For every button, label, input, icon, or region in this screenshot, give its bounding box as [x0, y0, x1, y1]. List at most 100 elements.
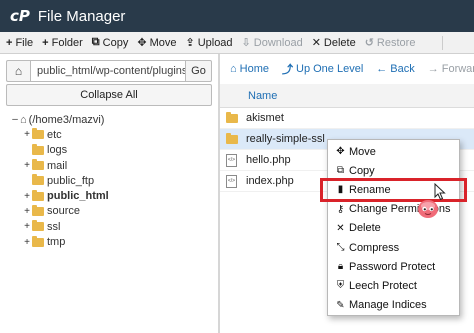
expand-toggle-icon[interactable]: +: [22, 191, 32, 202]
folder-icon: [32, 235, 44, 247]
move-icon: ✥: [137, 37, 147, 49]
arrow-left-icon: ←: [376, 63, 388, 75]
file-row[interactable]: akismet: [220, 108, 474, 129]
home-icon: ⌂: [20, 113, 27, 126]
tree-item-source[interactable]: + source: [10, 204, 215, 219]
tree-root[interactable]: – ⌂ (/home3/mazvi): [10, 112, 215, 127]
lock-icon: 🔒︎: [337, 261, 344, 273]
move-button[interactable]: ✥ Move: [137, 36, 177, 50]
collapse-toggle-icon[interactable]: –: [10, 114, 20, 125]
tree-item-tmp[interactable]: + tmp: [10, 234, 215, 249]
folder-icon: [32, 128, 44, 140]
compress-icon: ⤡: [336, 242, 345, 254]
copy-icon: ⧉: [336, 165, 345, 177]
tree-item-etc[interactable]: + etc: [10, 127, 215, 142]
folder-icon: [32, 174, 44, 186]
menu-item-copy[interactable]: ⧉ Copy: [328, 161, 459, 180]
file-name: akismet: [246, 112, 284, 124]
menu-item-move[interactable]: ✥ Move: [328, 142, 459, 161]
menu-item-leech-protect[interactable]: ⛨ Leech Protect: [328, 276, 459, 295]
new-file-button[interactable]: + File: [6, 37, 33, 49]
arrow-right-icon: →: [427, 63, 439, 75]
close-icon: ✕: [336, 222, 345, 234]
home-icon[interactable]: ⌂: [6, 60, 30, 82]
expand-toggle-icon[interactable]: +: [22, 237, 32, 248]
tree-item-public-ftp[interactable]: public_ftp: [10, 173, 215, 188]
tree-item-label: public_html: [47, 190, 109, 203]
back-button[interactable]: ← Back: [376, 63, 414, 75]
php-file-icon: </>: [226, 174, 237, 188]
tree-item-label: mail: [47, 159, 68, 172]
new-file-label: File: [15, 36, 34, 49]
back-label: Back: [390, 63, 415, 75]
up-one-level-button[interactable]: ⤴ Up One Level: [282, 61, 363, 77]
plus-icon: +: [42, 36, 49, 49]
move-label: Move: [149, 36, 177, 49]
file-name: hello.php: [246, 154, 291, 166]
folder-icon: [32, 189, 44, 201]
restore-icon: ↺: [364, 37, 374, 49]
menu-item-label: Delete: [349, 222, 381, 235]
download-icon: ⇩: [241, 37, 251, 49]
menu-item-password-protect[interactable]: 🔒︎ Password Protect: [328, 257, 459, 276]
upload-button[interactable]: ⇪ Upload: [185, 36, 233, 50]
file-icon: ▮: [337, 184, 344, 196]
menu-item-compress[interactable]: ⤡ Compress: [328, 238, 459, 257]
forward-button[interactable]: → Forward: [428, 63, 474, 75]
folder-icon: [226, 112, 238, 123]
level-up-icon: ⤴: [282, 64, 293, 76]
move-icon: ✥: [336, 146, 345, 158]
collapse-all-button[interactable]: Collapse All: [6, 84, 212, 106]
file-name: really-simple-ssl: [246, 133, 325, 145]
name-column-label: Name: [248, 89, 278, 102]
forward-label: Forward: [441, 63, 474, 75]
close-icon: ✕: [311, 37, 321, 49]
home-label: Home: [239, 63, 269, 75]
tree-item-ssl[interactable]: + ssl: [10, 219, 215, 234]
wrench-icon: ✎: [336, 299, 345, 311]
tree-item-label: public_ftp: [47, 174, 95, 187]
expand-toggle-icon[interactable]: +: [22, 221, 32, 232]
tree-item-label: tmp: [47, 236, 66, 249]
context-menu: ✥ Move ⧉ Copy ▮ Rename ⚷ Change Permissi…: [320, 139, 467, 316]
name-column-header[interactable]: Name: [220, 84, 474, 108]
tree-item-logs[interactable]: logs: [10, 143, 215, 158]
tree-item-public-html[interactable]: + public_html: [10, 188, 215, 203]
shield-icon: ⛨: [336, 280, 345, 292]
download-label: Download: [253, 36, 303, 49]
new-folder-label: Folder: [51, 36, 83, 49]
menu-item-label: Manage Indices: [349, 299, 427, 312]
tree-item-label: source: [47, 205, 81, 218]
menu-item-label: Move: [349, 145, 376, 158]
copy-button[interactable]: ⧉ Copy: [92, 36, 129, 49]
navigation-bar: ⌂ Home ⤴ Up One Level ← Back → Forward: [220, 58, 474, 80]
upload-icon: ⇪: [185, 37, 195, 49]
new-folder-button[interactable]: + Folder: [42, 37, 83, 49]
restore-button[interactable]: ↺ Restore: [364, 36, 416, 50]
directory-tree: – ⌂ (/home3/mazvi) + etc logs + mail pub…: [10, 112, 215, 250]
tree-item-mail[interactable]: + mail: [10, 158, 215, 173]
home-button[interactable]: ⌂ Home: [230, 63, 269, 75]
directory-panel: ⌂ Go Collapse All – ⌂ (/home3/mazvi) + e…: [0, 54, 218, 333]
folder-icon: [32, 143, 44, 155]
go-button[interactable]: Go: [186, 60, 212, 82]
expand-toggle-icon[interactable]: +: [22, 160, 32, 171]
delete-label: Delete: [323, 36, 356, 49]
tree-item-label: ssl: [47, 220, 61, 233]
folder-icon: [32, 159, 44, 171]
toolbar-divider: [442, 35, 444, 50]
upload-label: Upload: [197, 36, 233, 49]
key-icon: ⚷: [336, 203, 345, 215]
menu-item-delete[interactable]: ✕ Delete: [328, 219, 459, 238]
menu-item-label: Rename: [349, 183, 391, 196]
folder-icon: [226, 133, 238, 144]
path-input[interactable]: [30, 60, 186, 82]
expand-toggle-icon[interactable]: +: [22, 129, 32, 140]
menu-item-label: Compress: [349, 241, 400, 254]
download-button[interactable]: ⇩ Download: [241, 36, 303, 50]
delete-button[interactable]: ✕ Delete: [311, 36, 356, 50]
menu-item-manage-indices[interactable]: ✎ Manage Indices: [328, 296, 459, 315]
cpanel-logo: cP: [10, 7, 30, 25]
expand-toggle-icon[interactable]: +: [22, 206, 32, 217]
folder-icon: [32, 220, 44, 232]
